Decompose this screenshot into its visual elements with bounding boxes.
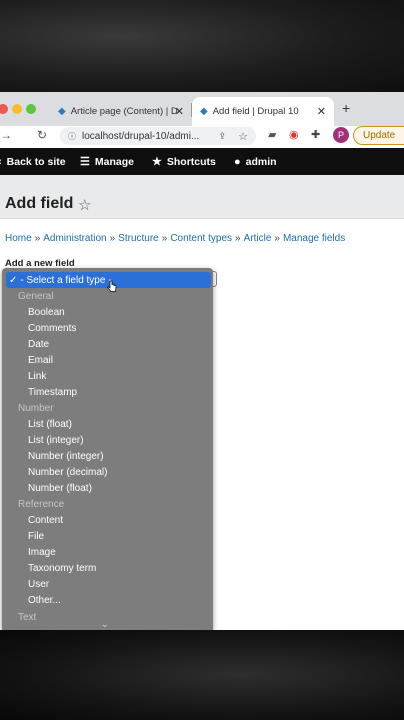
dropdown-option[interactable]: Number (decimal) <box>2 465 213 481</box>
dropdown-option[interactable]: Other... <box>2 593 213 609</box>
breadcrumb: Home» Administration» Structure» Content ty… <box>5 233 345 244</box>
dropdown-option[interactable]: Email <box>2 352 213 368</box>
video-background-bottom <box>0 630 404 720</box>
dropdown-group-label: Number <box>18 402 54 414</box>
dropdown-option[interactable]: List (integer) <box>2 432 213 448</box>
shortcuts-menu[interactable]: ★ Shortcuts <box>152 148 216 175</box>
breadcrumb-separator: » <box>34 233 41 244</box>
dropdown-option[interactable]: Number (integer) <box>2 449 213 465</box>
drupal-icon: ◆ <box>200 106 208 117</box>
back-to-site-link[interactable]: ‹ Back to site <box>0 148 66 175</box>
screen-capture-icon[interactable]: ▰ <box>268 128 276 141</box>
user-label: admin <box>245 155 277 168</box>
dropdown-option[interactable]: Number (float) <box>2 481 213 497</box>
profile-avatar[interactable]: P <box>333 127 349 143</box>
back-to-site-label: Back to site <box>6 155 66 168</box>
maximize-window-button[interactable] <box>26 104 36 114</box>
star-icon: ★ <box>152 156 162 168</box>
site-info-icon[interactable]: ⓘ <box>68 131 76 142</box>
dropdown-option[interactable]: Taxonomy term <box>2 561 213 577</box>
url-text: localhost/drupal-10/admi... <box>82 130 200 142</box>
breadcrumb-separator: » <box>274 233 280 244</box>
shortcuts-label: Shortcuts <box>166 155 216 168</box>
breadcrumb-separator: » <box>235 233 241 244</box>
breadcrumb-home[interactable]: Home <box>5 233 32 244</box>
chevron-left-icon: ‹ <box>0 156 2 168</box>
dropdown-option[interactable]: Image <box>2 545 213 561</box>
breadcrumb-separator: » <box>161 233 168 244</box>
close-icon[interactable]: ✕ <box>175 105 184 118</box>
dropdown-option[interactable]: Comments <box>2 320 213 336</box>
shortcut-star-icon[interactable]: ☆ <box>78 196 91 214</box>
user-icon: ● <box>234 155 241 168</box>
mouse-pointer-icon <box>107 280 117 292</box>
reload-icon[interactable]: ↻ <box>37 128 47 142</box>
breadcrumb-article[interactable]: Article <box>244 233 272 244</box>
new-tab-button[interactable]: + <box>342 100 350 116</box>
scroll-down-chevron-icon[interactable]: ⌄ <box>101 619 109 630</box>
bookmark-star-icon[interactable]: ☆ <box>238 130 248 143</box>
breadcrumb-manage-fields[interactable]: Manage fields <box>283 233 345 244</box>
manage-menu[interactable]: ☰ Manage <box>80 148 134 175</box>
breadcrumb-administration[interactable]: Administration <box>43 233 106 244</box>
dropdown-option[interactable]: Link <box>2 368 213 384</box>
dropdown-option[interactable]: Date <box>2 336 213 352</box>
dropdown-option[interactable]: File <box>2 529 213 545</box>
manage-label: Manage <box>94 155 134 168</box>
user-menu[interactable]: ● admin <box>234 148 277 175</box>
dropdown-group-label: Reference <box>18 499 65 511</box>
extension-color-icon[interactable]: ◉ <box>289 128 299 141</box>
page-title: Add field <box>5 195 74 212</box>
tab-title: Article page (Content) | D <box>70 106 178 117</box>
close-icon[interactable]: ✕ <box>317 105 326 118</box>
extensions-puzzle-icon[interactable]: ✚ <box>311 128 320 141</box>
hamburger-icon: ☰ <box>80 156 90 168</box>
dropdown-option[interactable]: Boolean <box>2 304 213 320</box>
drupal-icon: ◆ <box>58 106 66 117</box>
video-background-top <box>0 0 404 92</box>
url-field[interactable]: ⓘ localhost/drupal-10/admi... ⇪ ☆ <box>60 127 256 145</box>
tab-add-field[interactable]: ◆ Add field | Drupal 10 ✕ <box>192 97 334 126</box>
dropdown-option[interactable]: User <box>2 577 213 593</box>
minimize-window-button[interactable] <box>12 104 22 114</box>
update-button[interactable]: Update <box>353 126 404 145</box>
checkmark-icon: ✓ <box>9 274 18 286</box>
screen: ◆ Article page (Content) | D ✕ ◆ Add fie… <box>0 0 404 720</box>
breadcrumb-content-types[interactable]: Content types <box>170 233 232 244</box>
back-arrow-icon[interactable]: → <box>0 128 12 142</box>
breadcrumb-structure[interactable]: Structure <box>118 233 159 244</box>
tab-title: Add field | Drupal 10 <box>212 106 299 117</box>
dropdown-option[interactable]: Content <box>2 513 213 529</box>
selected-option-label: - Select a field type - <box>20 274 112 286</box>
field-type-dropdown-list[interactable]: ✓ - Select a field type - General Boolean… <box>2 268 213 630</box>
dropdown-option[interactable]: Timestamp <box>2 384 213 400</box>
breadcrumb-separator: » <box>109 233 116 244</box>
share-icon[interactable]: ⇪ <box>218 131 226 142</box>
admin-toolbar: ‹ Back to site ☰ Manage ★ Shortcuts ● ad… <box>0 148 404 175</box>
dropdown-option[interactable]: List (float) <box>2 416 213 432</box>
tab-article-page[interactable]: ◆ Article page (Content) | D ✕ <box>50 97 192 126</box>
